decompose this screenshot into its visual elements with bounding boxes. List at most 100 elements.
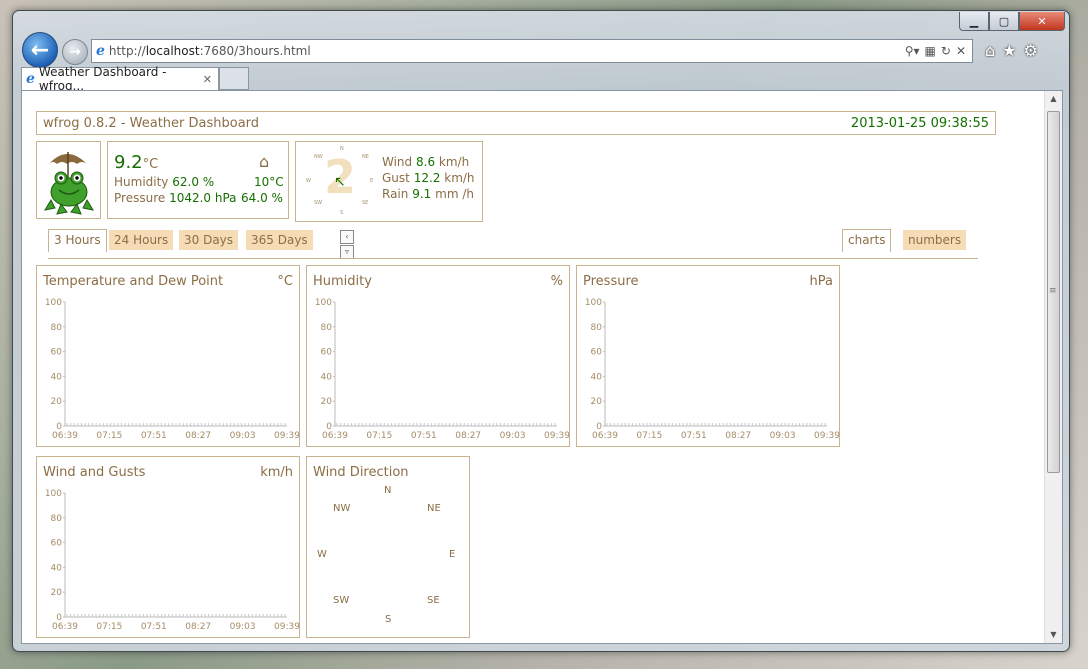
x-tick-label: 06:39 <box>52 622 78 632</box>
tab-close-icon[interactable]: ✕ <box>203 73 212 86</box>
ie-tab-icon: e <box>26 71 35 87</box>
y-tick-label: 80 <box>51 323 63 333</box>
y-tick-label: 40 <box>321 372 333 382</box>
page-title: wfrog 0.8.2 - Weather Dashboard <box>43 115 260 131</box>
tab-3-hours[interactable]: 3 Hours <box>48 229 107 252</box>
humidity-row: Humidity 62.0 % <box>114 175 215 189</box>
minimize-button[interactable]: ▁ <box>959 12 989 31</box>
x-tick-label: 07:15 <box>366 431 392 441</box>
humidity-chart-panel: Humidity % 100 80 60 40 20 0 06:39 07:15 07:51 08… <box>306 265 570 447</box>
y-tick-label: 80 <box>321 323 333 333</box>
y-tick-label: 80 <box>51 514 63 524</box>
chevron-left-icon[interactable]: ‹ <box>340 230 354 244</box>
compass-s: S <box>385 614 392 625</box>
y-tick-label: 60 <box>51 539 63 549</box>
x-tick-label: 08:27 <box>185 431 211 441</box>
vertical-scrollbar[interactable]: ▲ ≡ ▼ <box>1044 91 1062 643</box>
x-tick-label: 06:39 <box>52 431 78 441</box>
x-tick-label: 09:39 <box>274 622 299 632</box>
compass-nw: NW <box>333 503 351 514</box>
x-tick-label: 09:39 <box>544 431 569 441</box>
tab-numbers[interactable]: numbers <box>903 230 967 250</box>
tab-30-days[interactable]: 30 Days <box>179 230 239 250</box>
home-icon[interactable]: ⌂ <box>985 41 995 60</box>
triangle-down-icon[interactable]: ▿ <box>340 245 354 259</box>
x-tick-label: 09:03 <box>230 622 256 632</box>
window-controls: ▁ ▢ ✕ <box>959 12 1065 31</box>
back-button[interactable]: ← <box>22 32 58 68</box>
compass-w: W <box>317 549 327 560</box>
address-bar[interactable]: e http://localhost:7680/3hours.html ⚲▾ ▦… <box>91 39 973 63</box>
y-tick-label: 20 <box>321 397 333 407</box>
address-url[interactable]: http://localhost:7680/3hours.html <box>109 44 311 58</box>
refresh-icon[interactable]: ↻ <box>941 44 951 58</box>
x-tick-label: 09:03 <box>770 431 796 441</box>
browser-toolbar: ⌂ ★ ⚙ <box>985 41 1038 60</box>
x-tick-label: 07:15 <box>96 431 122 441</box>
humidity-chart: 10080604020006:39 07:15 07:51 08:27 09:03 09:… <box>315 298 569 441</box>
x-tick-label: 06:39 <box>322 431 348 441</box>
arrow-left-icon: ← <box>30 37 50 63</box>
forward-button[interactable]: → <box>62 39 88 65</box>
wind-row: Wind 8.6 km/h <box>382 155 470 169</box>
compass-n: N <box>384 485 392 496</box>
x-tick-label: 07:51 <box>411 431 437 441</box>
header-datetime: 2013-01-25 09:38:55 <box>850 115 989 131</box>
house-icon: ⌂ <box>259 152 270 171</box>
close-button[interactable]: ✕ <box>1019 12 1065 31</box>
y-tick-label: 60 <box>591 348 603 358</box>
x-tick-label: 08:27 <box>725 431 751 441</box>
x-tick-label: 07:51 <box>141 431 167 441</box>
tab-charts[interactable]: charts <box>842 229 892 252</box>
wind-chart-panel: Wind and Gusts km/h 100 80 60 40 20 0 06:39 07:… <box>36 456 300 638</box>
compass-e: E <box>449 549 456 560</box>
y-tick-label: 100 <box>45 489 62 499</box>
x-tick-label: 09:03 <box>230 431 256 441</box>
scroll-down-icon[interactable]: ▼ <box>1045 627 1062 643</box>
stop-icon[interactable]: ✕ <box>956 44 966 58</box>
scroll-up-icon[interactable]: ▲ <box>1045 91 1062 107</box>
compass-sw: SW <box>333 595 350 606</box>
y-tick-label: 20 <box>591 397 603 407</box>
temperature-chart: 10080604020006:39 07:15 07:51 08:27 09:03 09:… <box>45 298 299 441</box>
frog-umbrella-icon <box>43 152 95 215</box>
page-viewport: wfrog 0.8.2 - Weather Dashboard 2013-01-… <box>21 90 1063 644</box>
tab-weather-dashboard[interactable]: e Weather Dashboard - wfrog... ✕ <box>21 65 219 93</box>
gear-icon[interactable]: ⚙ <box>1024 41 1038 60</box>
y-tick-label: 20 <box>51 397 63 407</box>
indoor-temperature: 10°C <box>254 175 284 189</box>
compass-se: SE <box>427 595 440 606</box>
y-tick-label: 100 <box>585 298 602 308</box>
favorites-star-icon[interactable]: ★ <box>1002 41 1016 60</box>
x-tick-label: 07:51 <box>681 431 707 441</box>
temperature-chart-panel: Temperature and Dew Point °C 100 80 60 40 20… <box>36 265 300 447</box>
compass-ne: NE <box>427 503 441 514</box>
x-tick-label: 07:15 <box>636 431 662 441</box>
x-tick-label: 09:03 <box>500 431 526 441</box>
tab-24-hours[interactable]: 24 Hours <box>109 230 174 250</box>
rain-row: Rain 9.1 mm /h <box>382 187 474 201</box>
pressure-row: Pressure 1042.0 hPa <box>114 191 237 205</box>
x-tick-label: 08:27 <box>455 431 481 441</box>
y-tick-label: 100 <box>315 298 332 308</box>
arrow-right-icon: → <box>69 44 81 60</box>
tab-365-days[interactable]: 365 Days <box>246 230 313 250</box>
new-tab-button[interactable] <box>219 67 249 90</box>
y-tick-label: 80 <box>591 323 603 333</box>
search-icon[interactable]: ⚲▾ <box>905 44 920 58</box>
tab-title: Weather Dashboard - wfrog... <box>38 65 167 93</box>
scroll-grip-icon: ≡ <box>1049 286 1057 296</box>
x-tick-label: 09:39 <box>274 431 299 441</box>
pressure-chart-panel: Pressure hPa 100 80 60 40 20 0 06:39 07:15 07:51… <box>576 265 840 447</box>
pressure-chart: 10080604020006:39 07:15 07:51 08:27 09:03 09:… <box>585 298 839 441</box>
indoor-humidity: 64.0 % <box>241 191 283 205</box>
range-tabs: 3 Hours 24 Hours 30 Days 365 Days ‹ ▿ ch… <box>48 226 978 260</box>
maximize-button[interactable]: ▢ <box>989 12 1019 31</box>
x-tick-label: 09:39 <box>814 431 839 441</box>
gust-row: Gust 12.2 km/h <box>382 171 475 185</box>
y-tick-label: 60 <box>51 348 63 358</box>
wind-chart: 10080604020006:39 07:15 07:51 08:27 09:03 09:… <box>45 489 299 632</box>
compatibility-icon[interactable]: ▦ <box>925 44 936 58</box>
y-tick-label: 100 <box>45 298 62 308</box>
x-tick-label: 07:15 <box>96 622 122 632</box>
